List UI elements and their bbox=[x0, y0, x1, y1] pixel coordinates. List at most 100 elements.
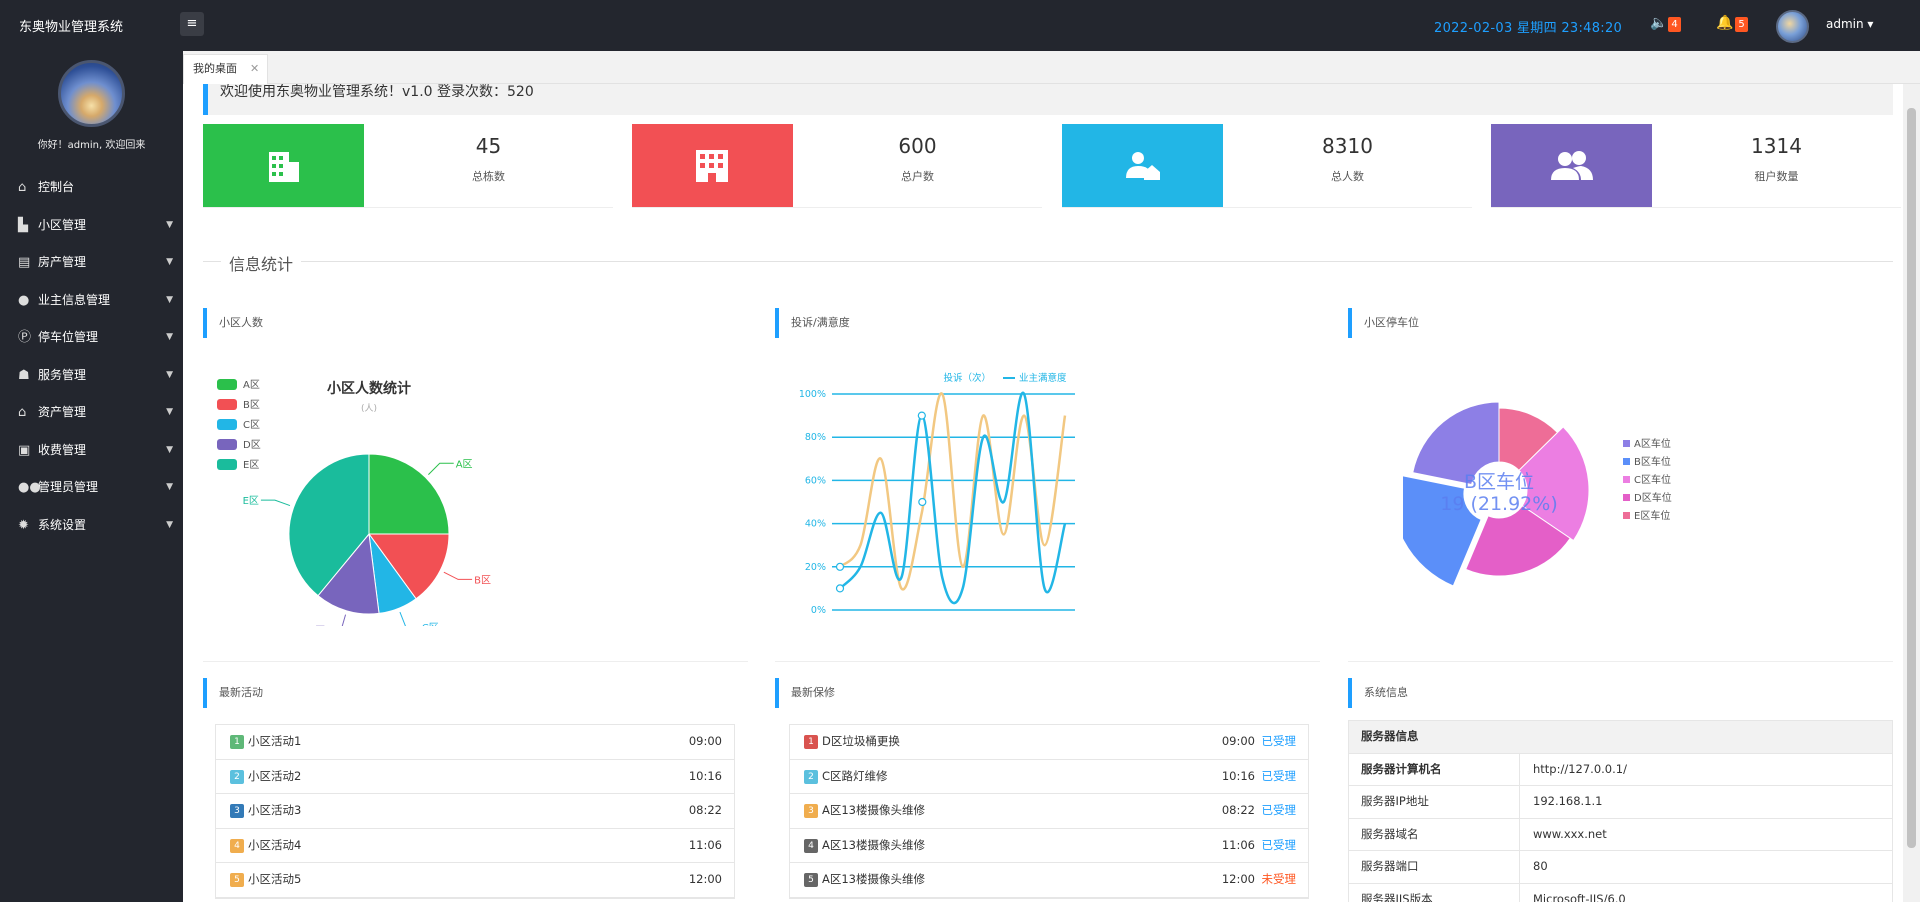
list-item[interactable]: 5 A区13楼摄像头维修 12:00 未受理 bbox=[790, 863, 1308, 898]
legend-label: A区车位 bbox=[1634, 437, 1671, 450]
datetime: 2022-02-03 星期四 23:48:20 bbox=[1434, 21, 1623, 36]
parking-icon: Ⓟ bbox=[18, 330, 32, 345]
sidebar-item-label: 房产管理 bbox=[38, 255, 87, 269]
close-icon[interactable]: ✕ bbox=[250, 55, 259, 83]
slice-label: E区 bbox=[243, 495, 259, 507]
slice-leader-line bbox=[428, 462, 454, 475]
stat-card: 600 总户数 bbox=[632, 124, 1042, 208]
sidebar-item-6[interactable]: ⌂ 资产管理 ▼ bbox=[0, 394, 183, 432]
center-label: B区车位 bbox=[1464, 471, 1534, 493]
info-value: 80 bbox=[1533, 859, 1548, 873]
sidebar-item-7[interactable]: ▣ 收费管理 ▼ bbox=[0, 432, 183, 470]
caret-down-icon: ▼ bbox=[166, 257, 173, 267]
card-divider bbox=[775, 661, 1320, 662]
status-badge: 已受理 bbox=[1261, 734, 1297, 748]
table-row: 服务器IP地址 192.168.1.1 bbox=[1349, 786, 1892, 819]
legend-swatch bbox=[1623, 512, 1630, 519]
sidebar-item-8[interactable]: ●●管理员管理 ▼ bbox=[0, 469, 183, 507]
sidebar-item-label: 收费管理 bbox=[38, 442, 87, 457]
slice-label: D区 bbox=[307, 625, 325, 626]
list-item[interactable]: 5 小区活动5 12:00 bbox=[216, 863, 734, 898]
tab-my-desktop[interactable]: 我的桌面 ✕ bbox=[183, 54, 268, 84]
system-info-header: 服务器信息 bbox=[1349, 721, 1892, 754]
sidebar-item-9[interactable]: ✹ 系统设置 ▼ bbox=[0, 507, 183, 545]
sidebar-item-3[interactable]: ● 业主信息管理 ▼ bbox=[0, 282, 183, 320]
stat-label: 总栋数 bbox=[472, 170, 505, 183]
legend-swatch bbox=[1623, 440, 1630, 447]
stat-icon-box bbox=[632, 124, 793, 207]
info-value: 192.168.1.1 bbox=[1533, 794, 1603, 808]
system-info-table: 服务器信息 服务器计算机名 http://127.0.0.1/服务器IP地址 192.… bbox=[1348, 720, 1893, 902]
legend-label: 业主满意度 bbox=[1019, 372, 1067, 384]
info-value: Microsoft-IIS/6.0 bbox=[1533, 891, 1626, 902]
avatar[interactable] bbox=[1776, 10, 1809, 43]
activity-time: 10:16 bbox=[688, 768, 722, 783]
section-title: 信息统计 bbox=[221, 251, 302, 275]
list-item[interactable]: 2 C区路灯维修 10:16 已受理 bbox=[790, 760, 1308, 794]
stat-value: 1314 bbox=[1751, 134, 1802, 158]
activity-time: 08:22 bbox=[688, 803, 722, 817]
list-item[interactable]: 4 小区活动4 11:06 bbox=[216, 829, 734, 863]
sidebar-item-0[interactable]: ⌂ 控制台 bbox=[0, 169, 183, 207]
stat-value: 8310 bbox=[1322, 134, 1373, 158]
index-badge: 3 bbox=[230, 804, 244, 818]
info-key: 服务器IP地址 bbox=[1349, 786, 1520, 818]
slice-label: A区 bbox=[456, 458, 473, 470]
list-item[interactable]: 3 小区活动3 08:22 bbox=[216, 794, 734, 829]
repair-time: 08:22 bbox=[1221, 803, 1255, 817]
list-item[interactable]: 2 小区活动2 10:16 bbox=[216, 760, 734, 794]
status-badge: 已受理 bbox=[1261, 768, 1297, 783]
menu-toggle-button[interactable]: ≡ bbox=[180, 12, 204, 36]
y-tick-label: 20% bbox=[805, 562, 826, 573]
table-row: 服务器端口 80 bbox=[1349, 851, 1892, 884]
stat-icon-box bbox=[1491, 124, 1652, 207]
tab-bar: 我的桌面 ✕ bbox=[183, 51, 1920, 84]
username[interactable]: admin ▾ bbox=[1826, 17, 1873, 31]
caret-down-icon: ▼ bbox=[166, 407, 173, 417]
index-badge: 4 bbox=[230, 838, 244, 853]
house-icon: ⌂ bbox=[18, 405, 27, 420]
sidebar-item-1[interactable]: ▙ 小区管理 ▼ bbox=[0, 207, 183, 245]
bell-icon[interactable]: 🔔 bbox=[1716, 15, 1733, 31]
slice-leader-line bbox=[399, 611, 406, 626]
list-item[interactable]: 3 A区13楼摄像头维修 08:22 已受理 bbox=[790, 794, 1308, 829]
chart-subtitle: (人) bbox=[361, 403, 377, 414]
legend-label: B区 bbox=[243, 399, 260, 411]
activity-title: 小区活动1 bbox=[248, 734, 302, 748]
sidebar-item-5[interactable]: ☗ 服务管理 ▼ bbox=[0, 357, 183, 395]
legend-label: 投诉（次） bbox=[943, 372, 991, 384]
data-point bbox=[835, 584, 845, 593]
list-item[interactable]: 1 小区活动1 09:00 bbox=[216, 725, 734, 760]
caret-down-icon: ▼ bbox=[166, 369, 173, 380]
scrollbar[interactable] bbox=[1903, 84, 1920, 902]
activities-list: 1 小区活动1 09:00 2 小区活动2 10:16 3 小区活动3 08:22 4 小区活动4 1… bbox=[215, 724, 735, 899]
card-title-complaints: 投诉/满意度 bbox=[775, 308, 850, 338]
stat-value: 45 bbox=[475, 134, 502, 158]
info-key: 服务器域名 bbox=[1349, 818, 1520, 851]
legend-label: E区车位 bbox=[1634, 509, 1670, 522]
repairs-list: 1 D区垃圾桶更换 09:00 已受理 2 C区路灯维修 10:16 已受理 3 A区13楼摄像头… bbox=[789, 724, 1309, 899]
speaker-icon[interactable]: 🔈 bbox=[1650, 15, 1667, 31]
list-item[interactable]: 1 D区垃圾桶更换 09:00 已受理 bbox=[790, 725, 1308, 760]
sidebar-item-4[interactable]: Ⓟ 停车位管理 ▼ bbox=[0, 319, 183, 357]
index-badge: 5 bbox=[804, 873, 818, 887]
scrollbar-thumb[interactable] bbox=[1907, 108, 1916, 848]
fee-icon: ▣ bbox=[18, 442, 31, 458]
data-point bbox=[835, 562, 845, 571]
sidebar-item-label: 管理员管理 bbox=[38, 480, 99, 494]
info-key: 服务器端口 bbox=[1349, 851, 1520, 883]
status-badge: 已受理 bbox=[1261, 837, 1297, 852]
list-item[interactable]: 4 A区13楼摄像头维修 11:06 已受理 bbox=[790, 829, 1308, 863]
y-tick-label: 0% bbox=[811, 605, 826, 616]
building-icon bbox=[269, 152, 299, 182]
sidebar-nav: ⌂ 控制台 ▙ 小区管理 ▼ ▤ 房产管理 ▼ ● 业主信息管理 ▼ Ⓟ 停车位管理 ▼ ☗ 服务管理 ▼ ⌂ 资产… bbox=[0, 169, 183, 544]
legend-swatch bbox=[217, 399, 237, 410]
activity-time: 09:00 bbox=[688, 734, 722, 748]
info-key: 服务器计算机名 bbox=[1349, 753, 1520, 786]
card-divider bbox=[1348, 661, 1893, 662]
slice-label: C区 bbox=[422, 622, 439, 626]
legend-label: D区 bbox=[243, 439, 261, 451]
index-badge: 2 bbox=[804, 769, 818, 784]
card-title-parking: 小区停车位 bbox=[1348, 308, 1419, 338]
sidebar-item-2[interactable]: ▤ 房产管理 ▼ bbox=[0, 244, 183, 282]
